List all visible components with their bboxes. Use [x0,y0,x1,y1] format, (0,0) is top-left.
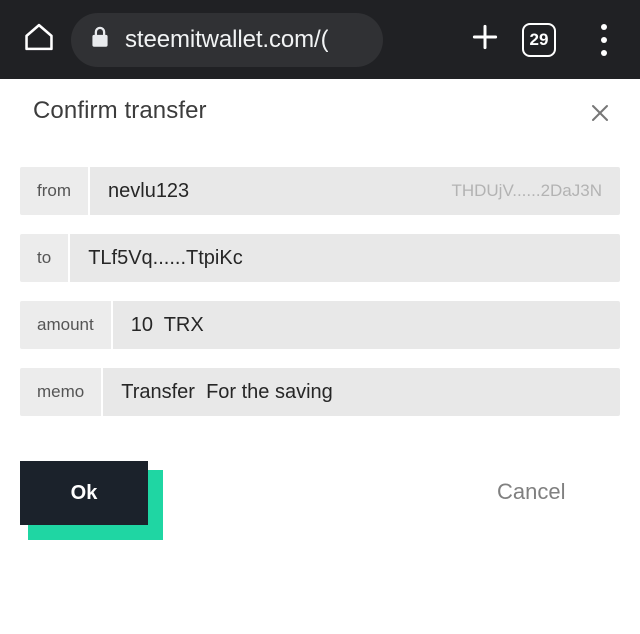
amount-value: 10 TRX [130,313,204,336]
home-button[interactable] [13,14,65,66]
field-row-memo: memo Transfer For the saving [20,368,620,416]
from-account-value: nevlu123 [108,179,190,202]
overflow-menu-icon-dot2 [601,36,607,43]
field-value-to: TLf5Vq......TtpiKc [68,234,620,282]
url-bar[interactable]: steemitwallet.com/( [71,12,383,67]
overflow-menu-icon [601,23,607,30]
confirm-button-wrap: Ok [20,461,163,540]
from-address-value: THDUjV......2DaJ3N [451,181,602,200]
tab-counter-button[interactable]: 29 [522,22,556,57]
memo-value: Transfer For the saving [121,380,333,403]
dialog-actions: Ok Cancel [0,451,640,551]
dialog-header: Confirm transfer [0,79,640,151]
field-value-amount: 10 TRX [110,301,620,349]
field-row-from: from nevlu123 THDUjV......2DaJ3N [20,167,620,215]
new-tab-button[interactable] [462,17,508,63]
field-label-from: from [20,167,88,215]
transfer-details: from nevlu123 THDUjV......2DaJ3N to TLf5… [20,167,620,435]
field-value-from: nevlu123 THDUjV......2DaJ3N [88,167,620,215]
field-label-to: to [20,234,69,282]
cancel-button[interactable]: Cancel [497,479,565,505]
close-button[interactable] [581,96,619,134]
home-icon [22,20,56,59]
field-row-amount: amount 10 TRX [20,301,620,349]
to-address-value: TLf5Vq......TtpiKc [88,246,243,269]
field-row-to: to TLf5Vq......TtpiKc [20,234,620,282]
lock-icon [89,24,111,55]
browser-toolbar: steemitwallet.com/( 29 [0,0,640,79]
tab-count-label: 29 [529,29,549,49]
url-text: steemitwallet.com/( [125,25,329,53]
plus-icon [468,20,502,59]
close-icon [588,101,612,130]
confirm-button[interactable]: Ok [20,461,148,525]
field-label-amount: amount [20,301,111,349]
overflow-menu-icon-dot3 [601,49,607,56]
field-label-memo: memo [20,368,102,416]
overflow-menu-button[interactable] [586,20,622,60]
field-value-memo: Transfer For the saving [101,368,620,416]
page-content: Confirm transfer from nevlu123 THDUjV...… [0,79,640,634]
page-title: Confirm transfer [33,97,207,124]
